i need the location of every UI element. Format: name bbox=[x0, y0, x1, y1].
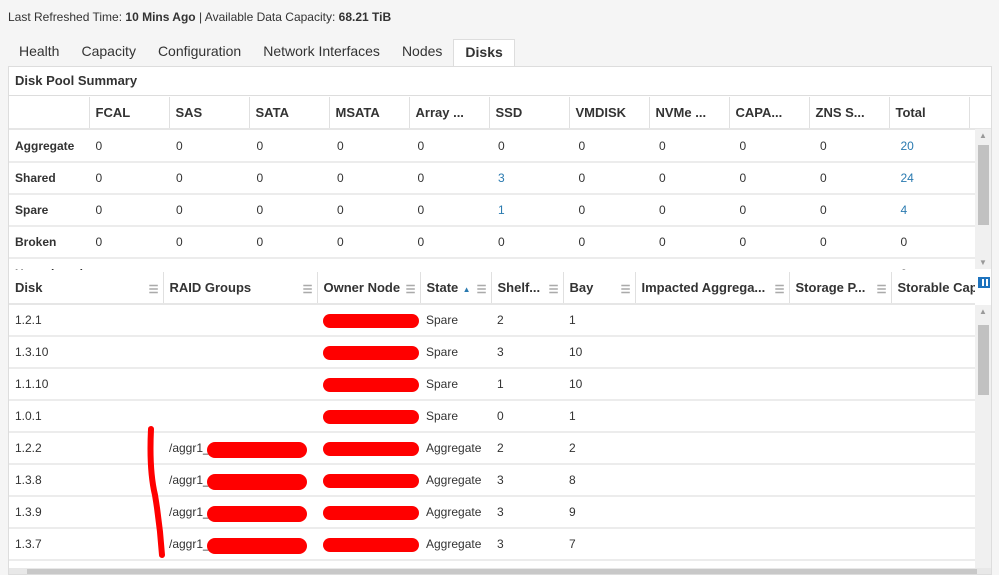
redaction-line bbox=[147, 426, 165, 558]
